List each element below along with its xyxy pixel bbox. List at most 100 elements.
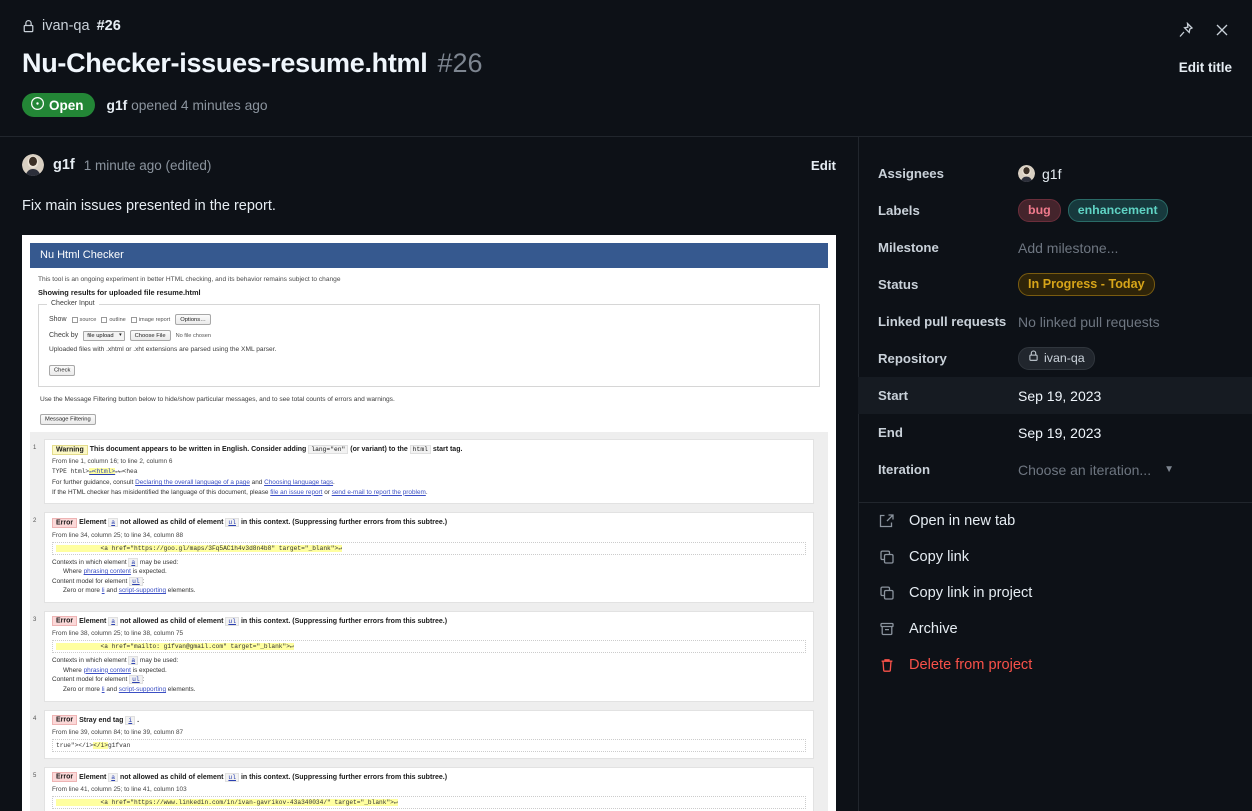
field-label: Iteration bbox=[878, 462, 1018, 477]
message-text-2: not allowed as child of element bbox=[120, 618, 223, 625]
breadcrumb-repo[interactable]: ivan-qa bbox=[42, 18, 90, 34]
message-location: From line 41, column 25; to line 41, col… bbox=[52, 786, 806, 793]
message-headline: Error Element a not allowed as child of … bbox=[52, 617, 806, 627]
checkbox-box-icon bbox=[72, 317, 78, 323]
nu-checker-intro: This tool is an ongoing experiment in be… bbox=[38, 276, 836, 283]
edit-title-button[interactable]: Edit title bbox=[1179, 60, 1232, 75]
issue-detail-page: ivan-qa #26 Nu-Checker-issues-resume.htm… bbox=[0, 0, 1252, 811]
field-label: Status bbox=[878, 277, 1018, 292]
link-script-supporting[interactable]: script-supporting bbox=[119, 587, 166, 594]
options-button[interactable]: Options… bbox=[175, 314, 211, 325]
message-text-1: Stray end tag bbox=[79, 717, 123, 724]
message-headline: Warning This document appears to be writ… bbox=[52, 445, 806, 455]
checkbox-box-icon bbox=[101, 317, 107, 323]
message-guidance-2: If the HTML checker has misidentified th… bbox=[52, 488, 806, 498]
link-file-issue-report[interactable]: file an issue report bbox=[270, 489, 322, 496]
context-line-2: Content model for element ul: bbox=[52, 577, 144, 586]
context-line-2: Content model for element ul: bbox=[52, 675, 144, 684]
field-label: Assignees bbox=[878, 166, 1018, 181]
sidebar-field-milestone[interactable]: Milestone Add milestone... bbox=[858, 229, 1252, 266]
embedded-screenshot[interactable]: Nu Html Checker This tool is an ongoing … bbox=[22, 235, 836, 811]
sidebar-field-linked-prs[interactable]: Linked pull requests No linked pull requ… bbox=[858, 303, 1252, 340]
sidebar-field-status[interactable]: Status In Progress - Today bbox=[858, 266, 1252, 303]
checker-input-legend: Checker Input bbox=[47, 300, 99, 307]
action-copy-link[interactable]: Copy link bbox=[858, 539, 1252, 575]
extract-highlight: <a href="https://www.linkedin.com/in/iva… bbox=[56, 799, 398, 806]
title-row: Nu-Checker-issues-resume.html #26 bbox=[22, 48, 1230, 79]
label-chip-bug[interactable]: bug bbox=[1018, 199, 1061, 222]
message-code-1[interactable]: a bbox=[108, 518, 118, 527]
sidebar-field-labels[interactable]: Labels bug enhancement bbox=[858, 192, 1252, 229]
comment-edit-button[interactable]: Edit bbox=[811, 158, 836, 173]
context-line-1: Contexts in which element a may be used: bbox=[52, 656, 178, 665]
message-text-3: in this context. (Suppressing further er… bbox=[241, 774, 447, 781]
field-value[interactable]: Sep 19, 2023 bbox=[1018, 425, 1101, 441]
archive-icon bbox=[878, 620, 896, 638]
no-file-chosen-text: No file chosen bbox=[176, 333, 211, 339]
code-a[interactable]: a bbox=[128, 558, 138, 567]
field-label: Linked pull requests bbox=[878, 314, 1018, 329]
status-chip[interactable]: In Progress - Today bbox=[1018, 273, 1155, 296]
link-phrasing-content[interactable]: phrasing content bbox=[84, 568, 131, 575]
code-ul[interactable]: ul bbox=[129, 577, 143, 586]
sidebar-field-assignees[interactable]: Assignees g1f bbox=[858, 155, 1252, 192]
checkbox-image-report[interactable]: image report bbox=[131, 317, 170, 323]
field-value: bug enhancement bbox=[1018, 199, 1168, 222]
context-line-1-detail: Where phrasing content is expected. bbox=[52, 666, 806, 676]
check-by-row: Check by file upload Choose File No file… bbox=[49, 330, 809, 341]
message-code-2: html bbox=[410, 445, 431, 454]
link-declaring-language[interactable]: Declaring the overall language of a page bbox=[135, 479, 250, 486]
comment-author[interactable]: g1f bbox=[53, 157, 75, 173]
extract-post: g1fvan bbox=[108, 742, 130, 749]
message-code-1: lang="en" bbox=[308, 445, 348, 454]
close-icon[interactable] bbox=[1212, 20, 1232, 40]
repository-chip[interactable]: ivan-qa bbox=[1018, 347, 1095, 371]
pin-icon[interactable] bbox=[1176, 20, 1196, 40]
check-button[interactable]: Check bbox=[49, 365, 75, 376]
action-archive[interactable]: Archive bbox=[858, 611, 1252, 647]
message-code-2[interactable]: ul bbox=[225, 518, 239, 527]
message-code-2[interactable]: ul bbox=[225, 773, 239, 782]
link-li[interactable]: li bbox=[102, 587, 105, 594]
link-choosing-language-tags[interactable]: Choosing language tags bbox=[264, 479, 333, 486]
comment-timestamp: 1 minute ago (edited) bbox=[84, 158, 212, 173]
action-open-in-new-tab[interactable]: Open in new tab bbox=[858, 503, 1252, 539]
field-value[interactable]: Choose an iteration... ▼ bbox=[1018, 462, 1174, 478]
repository-name: ivan-qa bbox=[1044, 351, 1085, 367]
issue-author[interactable]: g1f bbox=[107, 98, 128, 113]
action-label: Delete from project bbox=[909, 657, 1032, 673]
sidebar-field-repository[interactable]: Repository ivan-qa bbox=[858, 340, 1252, 377]
check-by-select[interactable]: file upload bbox=[83, 331, 124, 341]
message-filtering-button-wrap: Message Filtering bbox=[40, 407, 96, 425]
action-delete-from-project[interactable]: Delete from project bbox=[858, 647, 1252, 683]
checker-input-fieldset: Checker Input Show source outline image … bbox=[38, 304, 820, 387]
checkbox-image-report-label: image report bbox=[139, 317, 170, 323]
label-chip-enhancement[interactable]: enhancement bbox=[1068, 199, 1168, 222]
action-copy-link-in-project[interactable]: Copy link in project bbox=[858, 575, 1252, 611]
checkbox-source[interactable]: source bbox=[72, 317, 97, 323]
message-code-1[interactable]: a bbox=[108, 773, 118, 782]
sidebar-field-end[interactable]: End Sep 19, 2023 bbox=[858, 414, 1252, 451]
link-phrasing-content[interactable]: phrasing content bbox=[84, 667, 131, 674]
field-value[interactable]: Add milestone... bbox=[1018, 240, 1118, 256]
code-ul[interactable]: ul bbox=[129, 675, 143, 684]
field-label: End bbox=[878, 425, 1018, 440]
trash-icon bbox=[878, 656, 896, 674]
field-value[interactable]: Sep 19, 2023 bbox=[1018, 388, 1101, 404]
link-send-email[interactable]: send e-mail to report the problem bbox=[332, 489, 426, 496]
sidebar-field-start[interactable]: Start Sep 19, 2023 bbox=[858, 377, 1252, 414]
message-filtering-button[interactable]: Message Filtering bbox=[40, 414, 96, 425]
link-li[interactable]: li bbox=[102, 686, 105, 693]
message-code-2[interactable]: ul bbox=[225, 617, 239, 626]
code-a[interactable]: a bbox=[128, 656, 138, 665]
external-link-icon bbox=[878, 512, 896, 530]
sidebar-field-iteration[interactable]: Iteration Choose an iteration... ▼ bbox=[858, 451, 1252, 488]
message-code-1[interactable]: i bbox=[125, 716, 135, 725]
link-script-supporting[interactable]: script-supporting bbox=[119, 686, 166, 693]
checkbox-source-label: source bbox=[80, 317, 97, 323]
action-label: Open in new tab bbox=[909, 513, 1015, 529]
message-extract: true"></i></i>g1fvan bbox=[52, 739, 806, 752]
choose-file-button[interactable]: Choose File bbox=[130, 330, 171, 341]
checkbox-outline[interactable]: outline bbox=[101, 317, 125, 323]
message-code-1[interactable]: a bbox=[108, 617, 118, 626]
